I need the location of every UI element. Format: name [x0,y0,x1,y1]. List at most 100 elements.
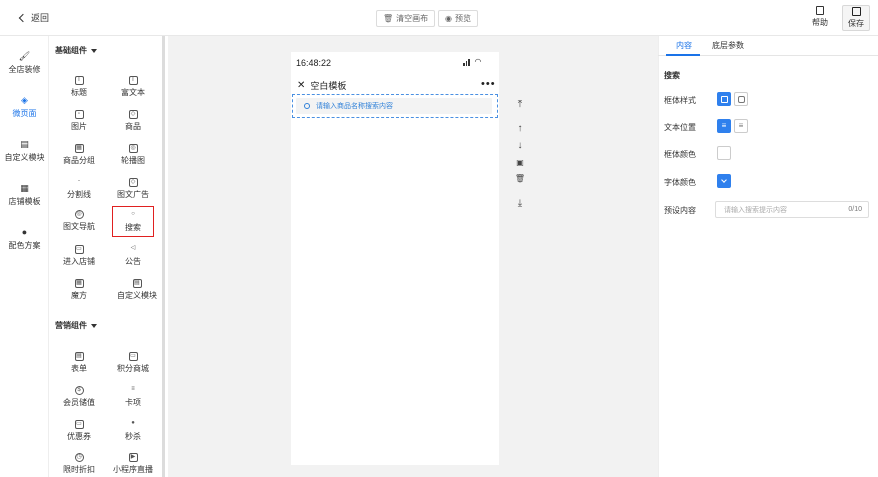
component-card-item[interactable]: ≡ 卡项 [108,384,158,410]
align-left-icon: ≡ [721,121,727,130]
nav-item-store-template[interactable]: ▦ 店铺模板 [0,184,49,207]
phone-status: ◠ [463,58,481,66]
component-divider[interactable]: - 分割线 [54,176,104,202]
component-limited-discount[interactable]: ◷ 限时折扣 [54,451,104,477]
tab-content[interactable]: 内容 [676,40,692,51]
basic-components-header[interactable]: 基础组件 [55,45,97,56]
copy-icon[interactable]: ▣ [514,158,526,168]
signal-icon [463,58,470,66]
component-notice[interactable]: ◁ 公告 [108,243,158,269]
component-image[interactable]: ▫ 图片 [54,108,104,134]
search-placeholder: 请输入商品名称搜索内容 [316,103,393,110]
template-icon: ▦ [20,183,29,193]
nav-label: 配色方案 [8,241,41,250]
component-enter-store[interactable]: ▭ 进入店铺 [54,243,104,269]
component-label: 轮播图 [121,156,145,165]
component-image-nav[interactable]: ◎ 图文导航 [54,208,104,234]
search-icon: ○ [131,210,135,217]
component-member-topup[interactable]: $ 会员储值 [54,384,104,410]
caret-down-icon [91,48,97,53]
divider-icon: - [78,178,80,184]
palette-icon: ● [21,227,28,237]
text-align-left-option[interactable]: ≡ [717,119,731,133]
component-coupon[interactable]: ▭ 优惠券 [54,418,104,444]
component-magic-cube[interactable]: ▦ 魔方 [54,277,104,303]
preset-content-label: 预设内容 [664,206,696,215]
component-custom-module[interactable]: ▤ 自定义模块 [112,277,162,303]
more-icon[interactable]: ••• [481,78,496,90]
help-button[interactable]: 帮助 [807,6,833,30]
module-icon: ▤ [20,139,29,149]
preview-button[interactable]: ◉ 预览 [438,10,478,27]
back-button[interactable]: 返回 [18,11,49,24]
save-button[interactable]: 保存 [842,5,870,31]
frame-style-round-option[interactable] [734,92,748,106]
component-label: 卡项 [125,398,141,407]
nav-item-color-scheme[interactable]: ● 配色方案 [0,228,49,251]
component-label: 积分商城 [117,364,149,373]
component-panel-scrollbar[interactable] [162,36,165,477]
component-label: 秒杀 [125,432,141,441]
phone-page-title: 空白模板 [310,81,347,91]
clock-icon: ◷ [74,453,84,462]
paint-roller-icon: 🖌 [18,51,31,61]
component-points-mall[interactable]: ▭ 积分商城 [108,350,158,376]
clear-canvas-button[interactable]: 🗑 清空画布 [376,10,436,27]
delete-icon[interactable]: 🗑 [514,174,526,184]
component-label: 图文广告 [117,190,149,199]
close-icon[interactable]: ✕ [297,80,305,91]
move-up-icon[interactable]: ↑ [514,124,526,134]
component-flash-sale[interactable]: ● 秒杀 [108,418,158,444]
preset-content-input[interactable]: 请输入搜索提示内容 0/10 [715,201,869,218]
layers-icon: ◈ [21,95,28,105]
component-label: 限时折扣 [63,465,95,474]
char-counter: 0/10 [848,206,862,213]
coin-icon: $ [74,386,84,395]
component-image-ad[interactable]: ◇ 图文广告 [108,176,158,202]
component-form[interactable]: ▤ 表单 [54,350,104,376]
move-to-top-icon[interactable]: ⤒ [514,100,526,110]
move-down-icon[interactable]: ↓ [514,141,526,151]
component-label: 会员储值 [63,398,95,407]
frame-style-square-option[interactable] [717,92,731,106]
phone-time: 16:48:22 [296,58,332,68]
component-product-group[interactable]: ▦ 商品分组 [54,142,104,168]
phone-nav-bar: ✕ 空白模板 [297,79,346,92]
clear-canvas-label: 清空画布 [396,14,429,23]
component-label: 小程序直播 [113,465,153,474]
caret-down-icon [91,323,97,328]
store-icon: ▭ [74,245,84,254]
rich-text-icon: T [128,76,138,85]
component-label: 自定义模块 [117,291,157,300]
help-label: 帮助 [812,18,828,27]
help-doc-icon [816,6,824,15]
component-label: 表单 [71,364,87,373]
nav-label: 店铺模板 [8,197,41,206]
component-rich-text[interactable]: T 富文本 [108,74,158,100]
preview-label: 预览 [454,14,471,23]
font-color-label: 字体颜色 [664,178,696,187]
move-to-bottom-icon[interactable]: ⤓ [514,199,526,209]
component-title[interactable]: T 标题 [54,74,104,100]
text-align-center-option[interactable]: ≡ [734,119,748,133]
square-icon [720,95,728,103]
trash-icon: 🗑 [383,14,394,23]
component-carousel[interactable]: ◎ 轮播图 [108,142,158,168]
frame-color-label: 框体颜色 [664,150,696,159]
font-color-picker[interactable] [717,174,731,188]
component-search[interactable]: ○ 搜索 [112,206,154,237]
rounded-frame-icon [737,95,745,103]
marketing-components-header[interactable]: 营销组件 [55,320,97,331]
component-product[interactable]: ◇ 商品 [108,108,158,134]
nav-item-custom-module[interactable]: ▤ 自定义模块 [0,140,49,163]
nav-item-store-decoration[interactable]: 🖌 全店装修 [0,52,49,75]
phone-search-box[interactable]: 请输入商品名称搜索内容 [296,98,492,114]
image-ad-icon: ◇ [128,178,138,187]
microphone-icon: ● [131,420,135,426]
component-label: 商品分组 [63,156,95,165]
frame-color-picker[interactable] [717,146,731,160]
tab-layer-params[interactable]: 底层参数 [712,40,744,51]
component-mini-program-live[interactable]: ▶ 小程序直播 [108,451,158,477]
settings-tabs: 内容 底层参数 [658,36,878,56]
nav-item-micro-page[interactable]: ◈ 微页面 [0,96,49,119]
